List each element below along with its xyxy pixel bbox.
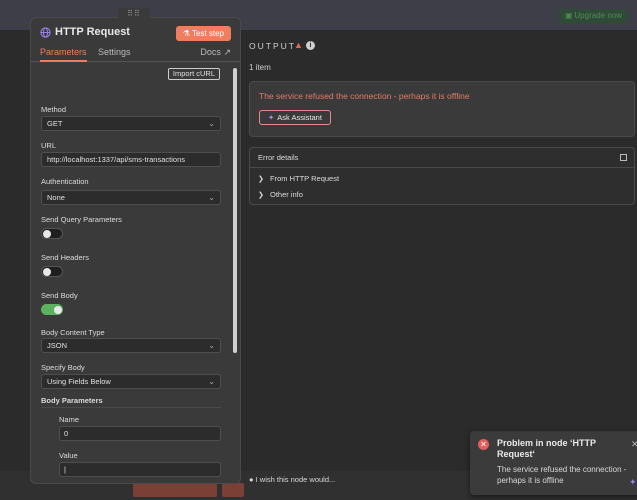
authentication-select[interactable]: None ⌄ (41, 190, 221, 205)
feedback-label: I wish this node would... (255, 475, 336, 484)
panel-body: Import cURL Method GET ⌄ URL http://loca… (31, 63, 232, 483)
error-details-box: Error details ❯ From HTTP Request ❯ Other … (249, 147, 635, 205)
ask-assistant-label: Ask Assistant (277, 113, 322, 122)
items-count: 1 item (249, 63, 271, 72)
error-box: The service refused the connection - per… (249, 81, 635, 137)
body-content-type-value: JSON (47, 341, 68, 350)
method-value: GET (47, 119, 63, 128)
drag-handle[interactable]: ⠿⠿ (118, 8, 150, 20)
specify-body-value: Using Fields Below (47, 377, 111, 386)
panel-scrollbar[interactable] (233, 68, 237, 353)
detail-row-label: From HTTP Request (270, 174, 340, 183)
sparkle-icon: ✦ (268, 113, 275, 122)
test-step-button[interactable]: ⚗ Test step (175, 26, 231, 41)
send-query-toggle[interactable] (41, 228, 63, 239)
param-value-label: Value (59, 451, 78, 460)
toggle-knob (43, 268, 51, 276)
info-icon[interactable]: i (306, 41, 315, 50)
gift-icon: ▣ (564, 11, 573, 20)
detail-row-from-http[interactable]: ❯ From HTTP Request (258, 174, 339, 183)
globe-icon (40, 27, 51, 38)
send-headers-toggle[interactable] (41, 266, 63, 277)
panel-header: HTTP Request ⚗ Test step Parameters Sett… (31, 18, 240, 62)
error-circle-icon: ✕ (478, 439, 489, 450)
param-name-input[interactable]: 0 (59, 426, 221, 441)
url-input[interactable]: http://localhost:1337/api/sms-transactio… (41, 152, 221, 167)
docs-label: Docs (200, 47, 221, 57)
test-step-label: Test step (191, 29, 224, 38)
panel-tabs: Parameters Settings Docs ↗ (31, 47, 240, 62)
external-link-icon: ↗ (223, 47, 231, 57)
authentication-value: None (47, 193, 65, 202)
specify-body-label: Specify Body (41, 363, 85, 372)
url-label: URL (41, 141, 57, 150)
flask-icon: ⚗ (182, 29, 190, 38)
bottom-action-button-secondary[interactable] (222, 483, 244, 497)
upgrade-label: Upgrade now (574, 11, 622, 20)
detail-row-label: Other info (270, 190, 303, 199)
detail-row-other-info[interactable]: ❯ Other info (258, 190, 303, 199)
param-name-label: Name (59, 415, 80, 424)
send-body-toggle[interactable] (41, 304, 63, 315)
toast-title: Problem in node ‘HTTP Request‘ (497, 438, 596, 459)
toggle-knob (54, 306, 62, 314)
body-parameters-label: Body Parameters (41, 396, 103, 405)
node-title: HTTP Request (55, 26, 130, 38)
send-query-label: Send Query Parameters (41, 215, 122, 224)
toast-body: The service refused the connection - per… (497, 465, 627, 485)
ask-assistant-button[interactable]: ✦ Ask Assistant (259, 110, 331, 125)
docs-link[interactable]: Docs ↗ (200, 47, 231, 58)
import-curl-button[interactable]: Import cURL (167, 68, 220, 80)
chevron-down-icon: ⌄ (208, 193, 215, 202)
divider (41, 407, 221, 408)
chevron-right-icon: ❯ (258, 176, 264, 183)
copy-icon[interactable] (620, 154, 627, 161)
feedback-prompt[interactable]: ● I wish this node would... (249, 475, 335, 484)
chevron-down-icon: ⌄ (208, 341, 215, 350)
param-value-input[interactable]: | (59, 462, 221, 477)
error-details-header: Error details (250, 148, 634, 168)
chevron-down-icon: ⌄ (208, 119, 215, 128)
specify-body-select[interactable]: Using Fields Below ⌄ (41, 374, 221, 389)
method-select[interactable]: GET ⌄ (41, 116, 221, 131)
assistant-fab-icon[interactable]: ✦ (629, 477, 637, 488)
send-headers-label: Send Headers (41, 253, 89, 262)
body-content-type-label: Body Content Type (41, 328, 105, 337)
toggle-knob (43, 230, 51, 238)
node-parameters-panel: HTTP Request ⚗ Test step Parameters Sett… (30, 17, 241, 484)
close-icon[interactable]: ✕ (631, 439, 637, 450)
warning-icon: ▲ (294, 40, 303, 50)
tab-parameters[interactable]: Parameters (40, 47, 87, 62)
error-message: The service refused the connection - per… (259, 91, 470, 101)
lightbulb-icon: ● (249, 475, 254, 484)
error-details-title: Error details (258, 153, 299, 162)
body-content-type-select[interactable]: JSON ⌄ (41, 338, 221, 353)
bottom-action-button[interactable] (133, 483, 217, 497)
send-body-label: Send Body (41, 291, 78, 300)
upgrade-button[interactable]: ▣ Upgrade now (558, 9, 628, 23)
chevron-right-icon: ❯ (258, 192, 264, 199)
output-title: OUTPUT (249, 41, 296, 51)
method-label: Method (41, 105, 67, 114)
text-cursor: | (64, 465, 66, 474)
chevron-down-icon: ⌄ (208, 377, 215, 386)
authentication-label: Authentication (41, 177, 89, 186)
error-toast: ✕ Problem in node ‘HTTP Request‘ ✕ The s… (470, 431, 637, 495)
tab-settings[interactable]: Settings (98, 47, 131, 57)
